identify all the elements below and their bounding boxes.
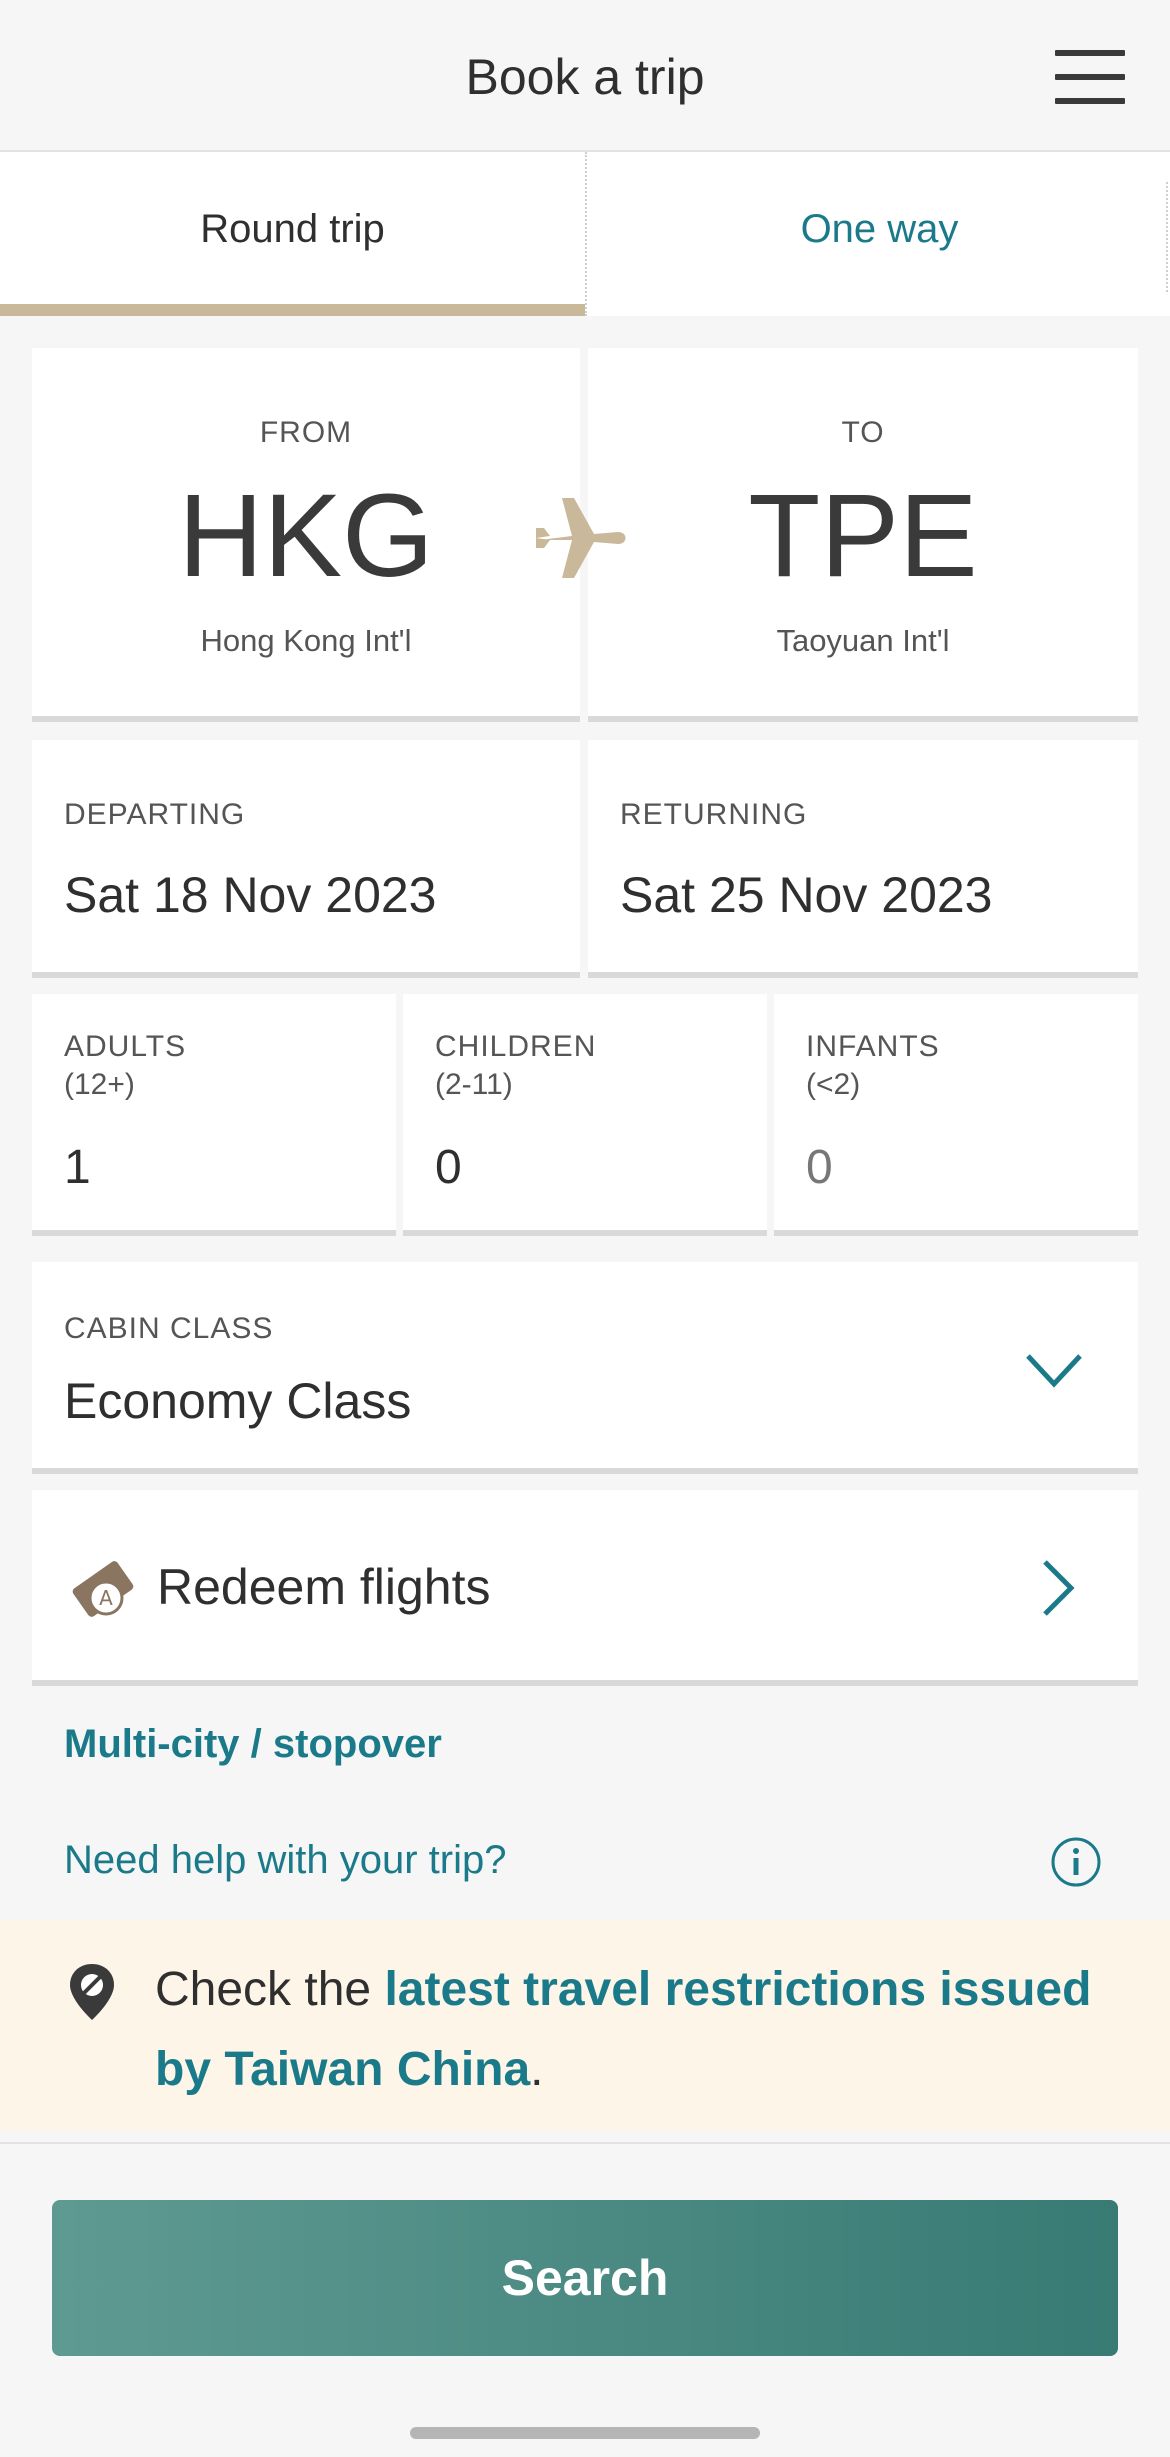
- infants-count: 0: [806, 1141, 833, 1194]
- origin-airport: Hong Kong Int'l: [200, 623, 412, 658]
- chevron-down-icon: [1026, 1354, 1082, 1388]
- footer-divider: [0, 2142, 1170, 2144]
- destination-field[interactable]: TO TPE Taoyuan Int'l: [588, 348, 1138, 722]
- page-title: Book a trip: [465, 49, 705, 105]
- adults-field[interactable]: ADULTS (12+) 1: [32, 994, 396, 1236]
- redeem-ticket-icon: A: [72, 1561, 134, 1617]
- destination-airport: Taoyuan Int'l: [776, 623, 950, 658]
- search-button[interactable]: Search: [52, 2200, 1118, 2356]
- home-indicator: [410, 2427, 760, 2439]
- origin-field[interactable]: FROM HKG Hong Kong Int'l: [32, 348, 580, 722]
- selected-tab-indicator: [0, 304, 585, 316]
- infants-field[interactable]: INFANTS (<2) 0: [774, 994, 1138, 1236]
- children-field[interactable]: CHILDREN (2-11) 0: [403, 994, 767, 1236]
- children-label: CHILDREN: [435, 1030, 597, 1063]
- origin-label: FROM: [259, 416, 353, 449]
- redeem-flights-row[interactable]: A Redeem flights: [32, 1490, 1138, 1686]
- tab-divider: [1166, 182, 1168, 292]
- origin-code: HKG: [178, 470, 434, 602]
- children-count: 0: [435, 1141, 462, 1194]
- departing-label: DEPARTING: [64, 798, 246, 831]
- plane-icon: [536, 498, 626, 578]
- infants-label: INFANTS: [806, 1030, 940, 1063]
- departing-date-field[interactable]: DEPARTING Sat 18 Nov 2023: [32, 740, 580, 978]
- trip-help-link[interactable]: Need help with your trip?: [64, 1838, 506, 1883]
- cabin-class-value: Economy Class: [64, 1373, 412, 1429]
- infants-range: (<2): [806, 1068, 861, 1101]
- tab-round-trip-label: Round trip: [200, 207, 385, 251]
- tab-round-trip[interactable]: Round trip: [0, 152, 585, 316]
- menu-icon[interactable]: [1055, 50, 1125, 106]
- adults-label: ADULTS: [64, 1030, 187, 1063]
- multi-city-link[interactable]: Multi-city / stopover: [64, 1722, 442, 1767]
- adults-count: 1: [64, 1141, 91, 1194]
- header-bar: Book a trip: [0, 0, 1170, 152]
- travel-restrictions-notice: Check the latest travel restrictions iss…: [0, 1920, 1170, 2130]
- notice-suffix: .: [530, 2043, 544, 2096]
- notice-prefix: Check the: [155, 1963, 385, 2016]
- children-range: (2-11): [435, 1068, 513, 1101]
- destination-code: TPE: [748, 470, 978, 602]
- tab-one-way-label: One way: [800, 207, 959, 251]
- tab-one-way[interactable]: One way: [585, 152, 1170, 316]
- cabin-class-label: CABIN CLASS: [64, 1312, 274, 1345]
- redeem-flights-label: Redeem flights: [157, 1559, 491, 1615]
- departing-date: Sat 18 Nov 2023: [64, 867, 437, 923]
- trip-type-tabs: Round trip One way: [0, 152, 1170, 316]
- cabin-class-select[interactable]: CABIN CLASS Economy Class: [32, 1262, 1138, 1474]
- svg-text:A: A: [99, 1586, 113, 1610]
- location-off-icon: [70, 1964, 114, 2020]
- info-icon[interactable]: [1050, 1836, 1102, 1888]
- returning-label: RETURNING: [620, 798, 808, 831]
- notice-text: Check the latest travel restrictions iss…: [155, 1950, 1115, 2110]
- destination-label: TO: [841, 416, 885, 449]
- returning-date: Sat 25 Nov 2023: [620, 867, 993, 923]
- chevron-right-icon: [1043, 1560, 1075, 1616]
- returning-date-field[interactable]: RETURNING Sat 25 Nov 2023: [588, 740, 1138, 978]
- adults-range: (12+): [64, 1068, 135, 1101]
